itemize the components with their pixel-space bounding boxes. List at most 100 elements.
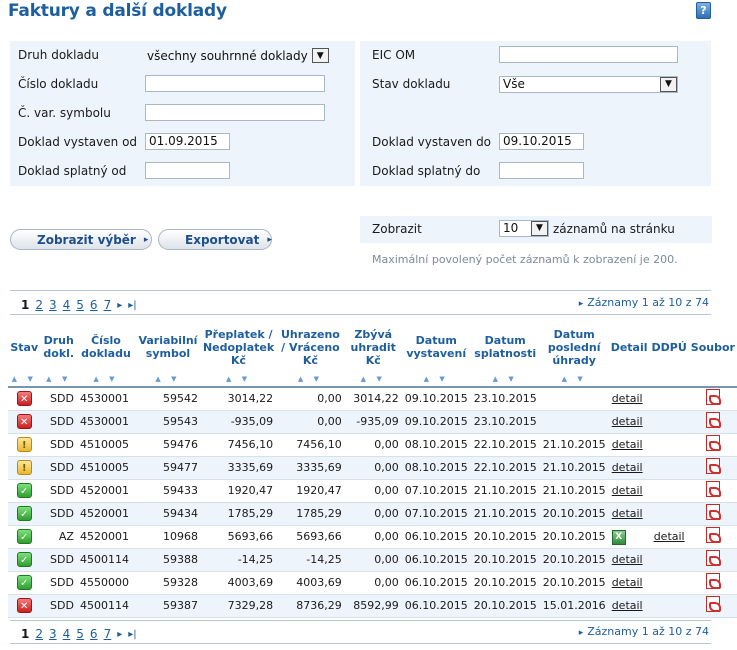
sort-icon[interactable]: ▲ ▼ <box>8 373 41 387</box>
splatnosti-cell: 22.10.2015 <box>470 433 540 457</box>
sort-icon[interactable]: ▲ ▼ <box>402 373 471 387</box>
sort-icon[interactable]: ▲ ▼ <box>471 373 540 387</box>
pdf-icon[interactable] <box>705 458 721 474</box>
table-row: ! SDD 4510005 59477 3335,69 3335,69 0,00 08.10.… <box>8 456 737 480</box>
sort-icon[interactable]: ▲ ▼ <box>345 373 402 387</box>
uhrazeno-cell: 4003,69 <box>276 571 345 595</box>
detail-link[interactable]: detail <box>608 594 650 618</box>
eic-input[interactable] <box>499 46 678 63</box>
pdf-icon[interactable] <box>705 527 721 543</box>
sort-icon[interactable]: ▲ ▼ <box>540 373 609 387</box>
page-link-6[interactable]: 6 <box>90 627 98 641</box>
show-selection-button[interactable]: Zobrazit výběr ▸ <box>10 229 152 250</box>
cislo-cell: 4520001 <box>76 502 135 526</box>
page-link-7[interactable]: 7 <box>104 627 112 641</box>
chevron-down-icon[interactable]: ▼ <box>660 77 677 92</box>
uhrazeno-cell: 0,00 <box>276 387 345 411</box>
splatny-od-input[interactable] <box>145 162 230 179</box>
status-error-icon: ✕ <box>16 598 32 613</box>
status-cell: ✕ <box>8 410 41 434</box>
vs-cell: 59328 <box>134 571 201 595</box>
eic-label: EIC OM <box>372 48 416 62</box>
page-link-5[interactable]: 5 <box>76 298 84 312</box>
chevron-down-icon[interactable]: ▼ <box>531 221 548 236</box>
page-link-3[interactable]: 3 <box>49 627 57 641</box>
pdf-icon[interactable] <box>705 481 721 497</box>
stav-select[interactable]: Vše ▼ <box>499 76 678 93</box>
ddpu-link[interactable]: detail <box>649 525 689 549</box>
vs-cell: 59477 <box>134 456 201 480</box>
col-detail: Detail <box>610 340 648 354</box>
page-link-5[interactable]: 5 <box>76 627 84 641</box>
next-page-icon[interactable]: ▸ <box>117 300 122 311</box>
file-cell <box>688 502 737 526</box>
page-link-3[interactable]: 3 <box>49 298 57 312</box>
detail-link[interactable]: detail <box>608 456 650 480</box>
sort-icon[interactable]: ▲ ▼ <box>77 373 135 387</box>
page-link-1[interactable]: 1 <box>21 627 29 641</box>
page-link-4[interactable]: 4 <box>63 627 71 641</box>
sort-icon[interactable]: ▲ ▼ <box>135 373 201 387</box>
detail-link[interactable]: detail <box>608 479 650 503</box>
detail-link[interactable]: detail <box>608 387 650 411</box>
page-link-1[interactable]: 1 <box>21 298 29 312</box>
sort-icon[interactable]: ▲ ▼ <box>276 373 345 387</box>
detail-link[interactable]: detail <box>608 548 650 572</box>
page-link-4[interactable]: 4 <box>63 298 71 312</box>
chevron-down-icon[interactable]: ▼ <box>311 48 329 63</box>
chevron-right-icon: ▸ <box>578 628 584 638</box>
zbyva-cell: 0,00 <box>344 479 402 503</box>
help-icon[interactable]: ? <box>696 2 711 19</box>
detail-link[interactable]: detail <box>608 502 650 526</box>
record-info-top: ▸ Záznamy 1 až 10 z 74 <box>579 296 709 309</box>
excel-icon[interactable]: X <box>611 529 626 545</box>
page-link-7[interactable]: 7 <box>104 298 112 312</box>
splatnosti-cell: 20.10.2015 <box>470 548 540 572</box>
show-selection-label: Zobrazit výběr <box>37 232 136 247</box>
cislo-cell: 4510005 <box>76 456 135 480</box>
splatnosti-cell: 21.10.2015 <box>470 502 540 526</box>
next-page-icon[interactable]: ▸ <box>117 629 122 640</box>
col-cislo: Číslo dokladu <box>81 334 131 360</box>
pdf-icon[interactable] <box>705 389 721 406</box>
druh-select[interactable]: všechny souhrnné doklady ▼ <box>147 47 329 64</box>
last-page-icon[interactable]: ▸| <box>128 300 136 311</box>
zbyva-cell: 8592,99 <box>344 594 402 618</box>
export-label: Exportovat <box>185 232 260 247</box>
cvar-input[interactable] <box>145 104 325 121</box>
splatny-do-input[interactable] <box>499 162 584 179</box>
ddpu-cell <box>649 594 689 618</box>
stav-label: Stav dokladu <box>372 77 451 91</box>
splatnosti-cell: 21.10.2015 <box>470 479 540 503</box>
pdf-icon[interactable] <box>705 596 721 612</box>
ddpu-cell <box>649 571 689 595</box>
pdf-icon[interactable] <box>705 573 721 589</box>
vystaven-od-input[interactable]: 01.09.2015 <box>145 133 230 150</box>
cislo-cell: 4530001 <box>76 387 135 411</box>
detail-link[interactable]: detail <box>608 410 650 434</box>
pdf-icon[interactable] <box>705 504 721 520</box>
detail-link[interactable]: detail <box>608 433 650 457</box>
pdf-icon[interactable] <box>705 550 721 566</box>
pdf-icon[interactable] <box>705 435 721 451</box>
page-link-2[interactable]: 2 <box>35 627 43 641</box>
vystaven-do-input[interactable]: 09.10.2015 <box>499 133 584 150</box>
last-page-icon[interactable]: ▸| <box>128 629 136 640</box>
table-row: ✓ SDD 4550000 59328 4003,69 4003,69 0,00 06.10.… <box>8 571 737 595</box>
vs-cell: 10968 <box>134 525 201 549</box>
page-link-2[interactable]: 2 <box>35 298 43 312</box>
druh-cell: SDD <box>40 456 77 480</box>
detail-link[interactable]: detail <box>608 571 650 595</box>
export-button[interactable]: Exportovat ▸ <box>158 229 272 250</box>
divider <box>10 290 711 291</box>
sort-icon[interactable]: ▲ ▼ <box>201 373 276 387</box>
pdf-icon[interactable] <box>705 412 721 428</box>
page-size-select[interactable]: 10 ▼ <box>499 220 549 237</box>
record-info-text: Záznamy 1 až 10 z 74 <box>587 625 709 638</box>
vystaveni-cell: 06.10.2015 <box>401 525 471 549</box>
preplatek-cell: 5693,66 <box>200 525 277 549</box>
sort-icon[interactable]: ▲ ▼ <box>41 373 77 387</box>
page-link-6[interactable]: 6 <box>90 298 98 312</box>
page-size-value: 10 <box>503 221 519 235</box>
cislo-input[interactable] <box>145 75 325 92</box>
